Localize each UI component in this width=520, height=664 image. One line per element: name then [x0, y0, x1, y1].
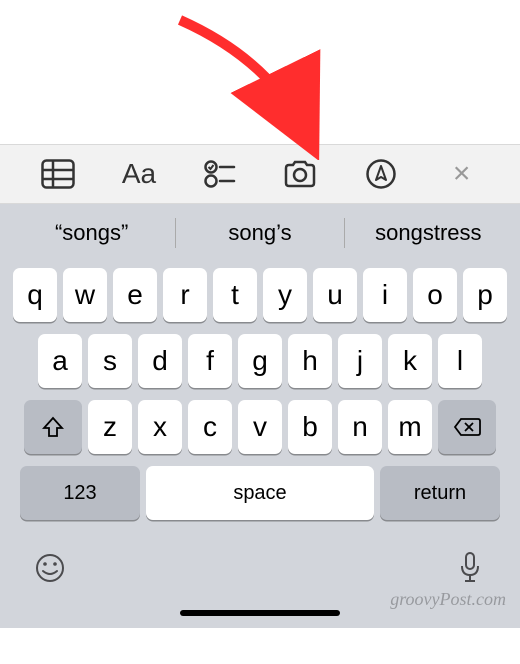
camera-button[interactable] [276, 150, 324, 198]
key-d[interactable]: d [138, 334, 182, 388]
key-b[interactable]: b [288, 400, 332, 454]
suggestion-3[interactable]: songstress [345, 210, 512, 256]
backspace-key[interactable] [438, 400, 496, 454]
numbers-key[interactable]: 123 [20, 466, 140, 520]
space-key[interactable]: space [146, 466, 374, 520]
key-h[interactable]: h [288, 334, 332, 388]
key-w[interactable]: w [63, 268, 107, 322]
table-icon [41, 159, 75, 189]
key-row-4: 123 space return [6, 466, 514, 520]
key-l[interactable]: l [438, 334, 482, 388]
suggestion-1[interactable]: “songs” [8, 210, 175, 256]
markup-button[interactable] [357, 150, 405, 198]
camera-icon [282, 159, 318, 189]
quicktype-bar: “songs” song’s songstress [0, 204, 520, 262]
key-n[interactable]: n [338, 400, 382, 454]
key-t[interactable]: t [213, 268, 257, 322]
key-q[interactable]: q [13, 268, 57, 322]
key-v[interactable]: v [238, 400, 282, 454]
key-row-3: z x c v b n m [6, 400, 514, 454]
text-format-button[interactable]: Aa [115, 150, 163, 198]
emoji-icon [34, 552, 66, 584]
key-k[interactable]: k [388, 334, 432, 388]
shift-key[interactable] [24, 400, 82, 454]
key-f[interactable]: f [188, 334, 232, 388]
table-button[interactable] [34, 150, 82, 198]
key-p[interactable]: p [463, 268, 507, 322]
note-content-area[interactable] [0, 0, 520, 144]
dictation-button[interactable] [450, 548, 490, 588]
microphone-icon [457, 551, 483, 585]
key-row-1: q w e r t y u i o p [6, 268, 514, 322]
key-y[interactable]: y [263, 268, 307, 322]
emoji-button[interactable] [30, 548, 70, 588]
key-r[interactable]: r [163, 268, 207, 322]
key-o[interactable]: o [413, 268, 457, 322]
backspace-icon [453, 417, 481, 437]
keyboard-bottom-bar: groovyPost.com [0, 542, 520, 628]
text-format-label: Aa [122, 158, 156, 190]
close-toolbar-button[interactable]: × [438, 150, 486, 198]
markup-icon [365, 158, 397, 190]
home-indicator[interactable] [180, 610, 340, 616]
watermark: groovyPost.com [390, 589, 506, 610]
keyboard: q w e r t y u i o p a s d f g h j k l z … [0, 262, 520, 542]
return-key[interactable]: return [380, 466, 500, 520]
key-c[interactable]: c [188, 400, 232, 454]
key-row-2: a s d f g h j k l [6, 334, 514, 388]
notes-toolbar: Aa × [0, 144, 520, 204]
key-e[interactable]: e [113, 268, 157, 322]
shift-icon [42, 416, 64, 438]
suggestion-2[interactable]: song’s [176, 210, 343, 256]
key-g[interactable]: g [238, 334, 282, 388]
key-i[interactable]: i [363, 268, 407, 322]
checklist-button[interactable] [196, 150, 244, 198]
key-s[interactable]: s [88, 334, 132, 388]
key-u[interactable]: u [313, 268, 357, 322]
key-x[interactable]: x [138, 400, 182, 454]
key-j[interactable]: j [338, 334, 382, 388]
key-m[interactable]: m [388, 400, 432, 454]
checklist-icon [204, 159, 236, 189]
key-a[interactable]: a [38, 334, 82, 388]
close-icon: × [453, 157, 471, 191]
key-z[interactable]: z [88, 400, 132, 454]
